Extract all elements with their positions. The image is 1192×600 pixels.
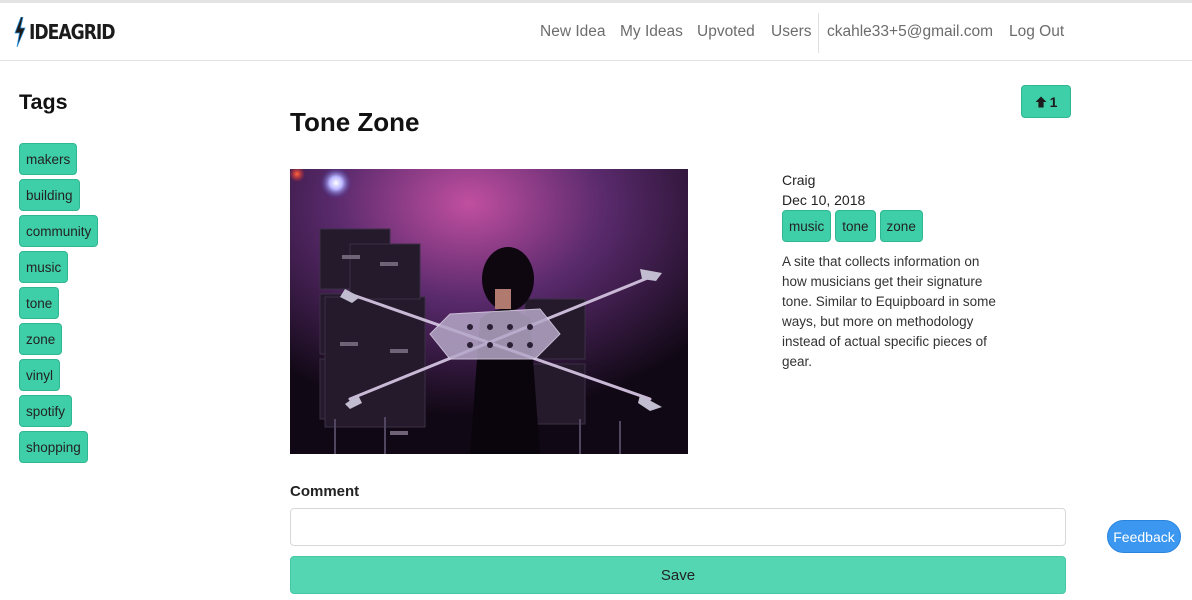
nav-new-idea[interactable]: New Idea bbox=[540, 23, 605, 41]
brand-logo[interactable]: IDEAGRID bbox=[14, 17, 128, 47]
nav-my-ideas[interactable]: My Ideas bbox=[620, 23, 683, 41]
idea-tag[interactable]: tone bbox=[835, 210, 876, 242]
sidebar-tag[interactable]: tone bbox=[19, 287, 60, 319]
sidebar-tag[interactable]: music bbox=[19, 251, 69, 283]
idea-image bbox=[290, 169, 688, 454]
sidebar-tag[interactable]: spotify bbox=[19, 395, 73, 427]
idea-author[interactable]: Craig bbox=[782, 170, 997, 190]
nav-user-email[interactable]: ckahle33+5@gmail.com bbox=[827, 23, 993, 41]
sidebar-tag[interactable]: shopping bbox=[19, 431, 88, 463]
sidebar-tag[interactable]: vinyl bbox=[19, 359, 61, 391]
navbar: IDEAGRID New Idea My Ideas Upvoted Users… bbox=[0, 3, 1192, 61]
nav-divider bbox=[818, 13, 819, 53]
idea-tag[interactable]: music bbox=[782, 210, 832, 242]
lightning-bolt-icon bbox=[14, 17, 26, 47]
idea-description: A site that collects information on how … bbox=[782, 254, 996, 369]
upvote-count: 1 bbox=[1049, 93, 1058, 110]
sidebar-title: Tags bbox=[19, 90, 68, 114]
idea-title: Tone Zone bbox=[290, 107, 420, 137]
save-button[interactable]: Save bbox=[290, 556, 1066, 594]
sidebar-tag-list: makers building community music tone zon… bbox=[19, 143, 99, 467]
idea-tag[interactable]: zone bbox=[879, 210, 923, 242]
idea-tag-list: music tone zone bbox=[782, 210, 997, 242]
idea-date: Dec 10, 2018 bbox=[782, 192, 866, 208]
feedback-button[interactable]: Feedback bbox=[1107, 520, 1181, 553]
idea-meta: Craig Dec 10, 2018 music tone zone A sit… bbox=[782, 170, 997, 372]
upvote-button[interactable]: 1 bbox=[1021, 85, 1071, 118]
sidebar-tag[interactable]: zone bbox=[19, 323, 63, 355]
comment-label: Comment bbox=[290, 483, 360, 500]
sidebar-tag[interactable]: building bbox=[19, 179, 80, 211]
nav-users[interactable]: Users bbox=[771, 23, 811, 41]
comment-input[interactable] bbox=[290, 508, 1066, 546]
sidebar-tag[interactable]: makers bbox=[19, 143, 78, 175]
nav-upvoted[interactable]: Upvoted bbox=[697, 23, 755, 41]
sidebar-tag[interactable]: community bbox=[19, 215, 99, 247]
brand-name: IDEAGRID bbox=[29, 20, 116, 44]
arrow-up-icon bbox=[1035, 96, 1047, 107]
nav-log-out[interactable]: Log Out bbox=[1009, 23, 1064, 41]
